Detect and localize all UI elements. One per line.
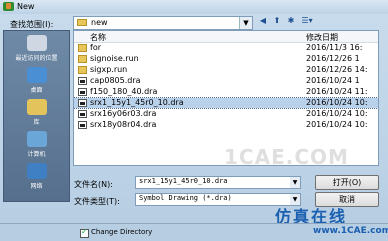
place-desktop[interactable]: 桌面: [4, 67, 69, 94]
file-name: f150_180_40.dra: [90, 87, 158, 96]
place-label: 库: [33, 119, 40, 126]
folder-icon: [78, 44, 87, 52]
lookin-combo[interactable]: new ▼: [73, 16, 253, 30]
app-icon: [3, 2, 14, 11]
window-title: New: [17, 2, 35, 11]
file-date: 2016/10/24 10:: [306, 98, 368, 107]
divider: [0, 223, 388, 224]
place-computer[interactable]: 计算机: [4, 131, 69, 158]
place-label: 最近访问的位置: [15, 55, 58, 62]
libraries-icon: [26, 99, 47, 115]
file-row[interactable]: f150_180_40.dra 2016/10/24 11:: [74, 87, 378, 97]
place-network[interactable]: 网络: [4, 163, 69, 190]
column-name-header[interactable]: 名称: [90, 32, 106, 43]
chevron-down-icon[interactable]: ▼: [239, 17, 252, 29]
file-row[interactable]: srx16y06r03.dra 2016/10/24 10:: [74, 109, 378, 119]
file-row[interactable]: signoise.run 2016/12/26 1: [74, 54, 378, 64]
file-date: 2016/12/26 1: [306, 54, 360, 63]
place-libraries[interactable]: 库: [4, 99, 69, 126]
up-folder-icon[interactable]: ⬆: [272, 16, 282, 26]
change-directory-label: Change Directory: [91, 228, 153, 236]
lookin-label: 查找范围(I):: [10, 20, 54, 29]
filename-label: 文件名(N):: [74, 180, 113, 189]
computer-icon: [26, 131, 47, 147]
toolbar: ◀ ⬆ ✱ ☰▾: [258, 16, 314, 28]
drawing-file-icon: [78, 121, 87, 129]
file-name: srx16y06r03.dra: [90, 109, 157, 118]
file-row[interactable]: srx18y08r04.dra 2016/10/24 10:: [74, 120, 378, 130]
file-name: srx1_15y1_45r0_10.dra: [90, 98, 184, 107]
watermark: 1CAE.COM: [224, 145, 349, 166]
file-name: srx18y08r04.dra: [90, 120, 157, 129]
file-date: 2016/12/26 14:: [306, 65, 368, 74]
file-list[interactable]: 名称 修改日期 for 2016/11/3 16: signoise.run 2016…: [73, 30, 379, 166]
file-row[interactable]: cap0805.dra 2016/10/24 1: [74, 76, 378, 86]
drawing-file-icon: [78, 77, 87, 85]
file-date: 2016/10/24 10:: [306, 109, 368, 118]
column-date-header[interactable]: 修改日期: [306, 32, 338, 43]
drawing-file-icon: [78, 110, 87, 118]
lookin-value: new: [91, 18, 108, 27]
filename-input[interactable]: srx1_15y1_45r0_10.dra ▼: [135, 176, 301, 189]
place-recent[interactable]: 最近访问的位置: [4, 35, 69, 62]
file-list-header: 名称 修改日期: [74, 31, 378, 43]
file-name: cap0805.dra: [90, 76, 141, 85]
drawing-file-icon: [78, 88, 87, 96]
open-button[interactable]: 打开(O): [315, 175, 379, 190]
network-icon: [26, 163, 47, 179]
filename-value: srx1_15y1_45r0_10.dra: [139, 177, 228, 185]
place-label: 计算机: [27, 151, 46, 158]
places-bar: 最近访问的位置 桌面 库 计算机 网络: [3, 30, 70, 202]
folder-icon: [77, 19, 87, 26]
change-directory-checkbox[interactable]: [80, 227, 89, 238]
desktop-icon: [26, 67, 47, 83]
place-label: 网络: [30, 183, 43, 190]
file-date: 2016/10/24 11:: [306, 87, 368, 96]
filetype-label: 文件类型(T):: [74, 197, 120, 206]
drawing-file-icon: [78, 99, 87, 107]
place-label: 桌面: [30, 87, 43, 94]
file-row[interactable]: sigxp.run 2016/12/26 14:: [74, 65, 378, 75]
filetype-value: Symbol Drawing (*.dra): [139, 194, 232, 202]
file-row[interactable]: srx1_15y1_45r0_10.dra 2016/10/24 10:: [74, 97, 378, 109]
file-name: signoise.run: [90, 54, 139, 63]
chevron-down-icon[interactable]: ▼: [290, 177, 300, 188]
file-dialog-window: New 查找范围(I): new ▼ ◀ ⬆ ✱ ☰▾ 最近访问的位置 桌面 库…: [0, 0, 388, 241]
back-icon[interactable]: ◀: [258, 16, 268, 26]
file-name: sigxp.run: [90, 65, 128, 74]
file-row[interactable]: for 2016/11/3 16:: [74, 43, 378, 53]
file-date: 2016/10/24 10:: [306, 120, 368, 129]
recent-places-icon: [26, 35, 47, 51]
new-folder-icon[interactable]: ✱: [286, 16, 296, 26]
title-bar[interactable]: New: [0, 0, 388, 14]
file-name: for: [90, 43, 101, 52]
views-menu-icon[interactable]: ☰▾: [300, 16, 314, 26]
file-date: 2016/10/24 1: [306, 76, 360, 85]
file-date: 2016/11/3 16:: [306, 43, 363, 52]
folder-icon: [78, 66, 87, 74]
folder-icon: [78, 55, 87, 63]
brand-url: www.1CAE.com: [313, 226, 388, 236]
